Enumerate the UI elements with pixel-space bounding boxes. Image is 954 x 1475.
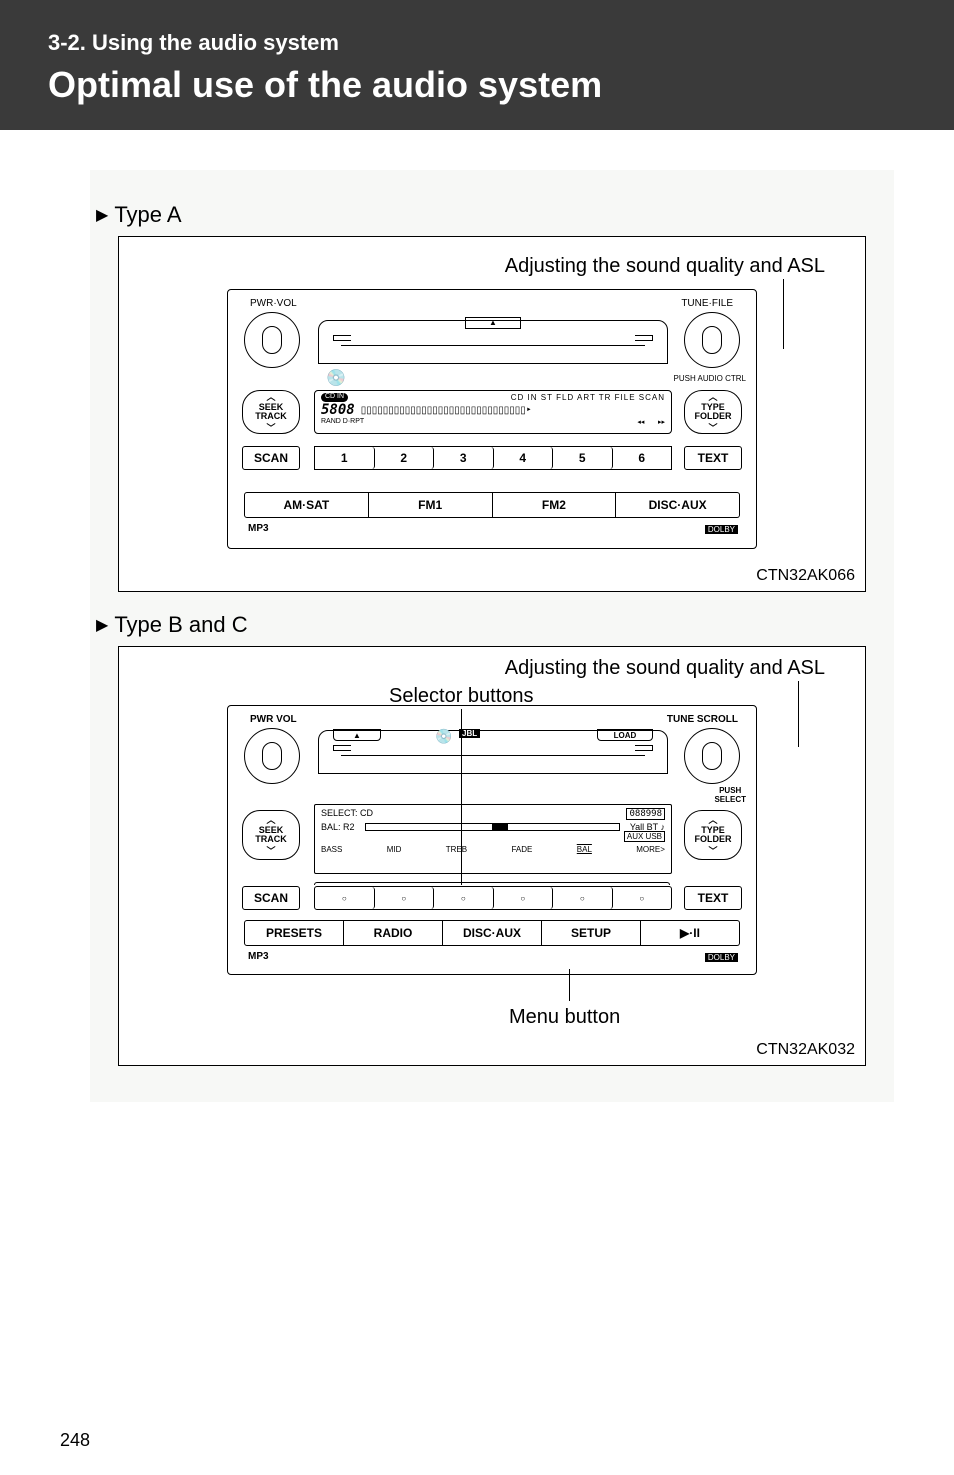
content-inset: ▶ Type A Adjusting the sound quality and… bbox=[90, 170, 894, 1102]
display-b: SELECT: CD 088998 BAL: R2 Yall BT ♪ AUX … bbox=[314, 804, 672, 874]
page-title: Optimal use of the audio system bbox=[48, 64, 906, 106]
caption-b: CTN32AK032 bbox=[756, 1041, 855, 1059]
display-aux: AUX USB bbox=[624, 831, 665, 842]
seek-track-button-b[interactable]: ︿SEEK TRACK﹀ bbox=[242, 810, 300, 860]
label-dolby-b: DOLBY bbox=[705, 953, 738, 962]
triangle-icon: ▶ bbox=[96, 205, 108, 225]
selector-more: MORE> bbox=[636, 845, 665, 854]
section-number: 3-2. Using the audio system bbox=[48, 30, 906, 56]
pwr-vol-knob-b[interactable] bbox=[244, 728, 300, 784]
display-bal: BAL: R2 bbox=[321, 822, 355, 832]
label-push-audio: PUSH AUDIO CTRL bbox=[674, 374, 746, 383]
slot-arrow-right-icon bbox=[635, 335, 653, 341]
annotation-adjust-a: Adjusting the sound quality and ASL bbox=[505, 255, 825, 278]
display-rand: RAND D·RPT bbox=[321, 418, 364, 426]
annotation-menu: Menu button bbox=[509, 1006, 620, 1029]
type-b-heading: ▶ Type B and C bbox=[96, 612, 894, 638]
annotation-adjust-b: Adjusting the sound quality and ASL bbox=[505, 657, 825, 680]
selector-bal: BAL bbox=[577, 845, 592, 854]
display-time: 088998 bbox=[626, 808, 665, 820]
pwr-vol-knob[interactable] bbox=[244, 312, 300, 368]
eject-button-b[interactable]: ▲ bbox=[333, 729, 381, 741]
bottom-row-a: AM·SAT FM1 FM2 DISC·AUX bbox=[244, 492, 740, 518]
selector-fade: FADE bbox=[511, 845, 532, 854]
eject-button[interactable]: ▲ bbox=[465, 317, 521, 329]
amsat-button[interactable]: AM·SAT bbox=[244, 492, 369, 518]
balance-bar bbox=[365, 823, 620, 831]
scan-button-a[interactable]: SCAN bbox=[242, 446, 300, 470]
load-button[interactable]: LOAD bbox=[597, 729, 653, 741]
fm2-button[interactable]: FM2 bbox=[493, 492, 617, 518]
leader-line-b1 bbox=[798, 681, 799, 747]
scan-button-b[interactable]: SCAN bbox=[242, 886, 300, 910]
type-a-label: Type A bbox=[114, 202, 181, 228]
slot-line bbox=[341, 345, 645, 346]
preset-b6[interactable]: ○ bbox=[613, 887, 672, 909]
radio-unit-a: PWR·VOL TUNE·FILE PUSH AUDIO CTRL ▲ 💿 ︿S… bbox=[227, 289, 757, 549]
label-pwr-vol-b: PWR VOL bbox=[250, 714, 297, 725]
setup-button[interactable]: SETUP bbox=[542, 920, 641, 946]
leader-line-a bbox=[783, 279, 784, 349]
label-push-select: PUSH SELECT bbox=[714, 786, 746, 804]
page-header: 3-2. Using the audio system Optimal use … bbox=[0, 0, 954, 130]
text-button-a[interactable]: TEXT bbox=[684, 446, 742, 470]
disc-slot-b[interactable]: ▲ LOAD 💿 JBL bbox=[318, 730, 668, 774]
discaux-button-b[interactable]: DISC·AUX bbox=[443, 920, 542, 946]
label-dolby-a: DOLBY bbox=[705, 525, 738, 534]
selector-row: BASS MID TREB FADE BAL MORE> bbox=[321, 845, 665, 854]
label-mp3-a: MP3 bbox=[248, 523, 269, 534]
label-jbl: JBL bbox=[459, 729, 480, 738]
label-pwr-vol: PWR·VOL bbox=[250, 298, 297, 309]
preset-2[interactable]: 2 bbox=[375, 447, 435, 469]
disc-slot[interactable]: ▲ bbox=[318, 320, 668, 364]
label-tune-file: TUNE·FILE bbox=[681, 298, 733, 309]
label-tune-scroll: TUNE SCROLL bbox=[667, 714, 738, 725]
preset-1[interactable]: 1 bbox=[315, 447, 375, 469]
fm1-button[interactable]: FM1 bbox=[369, 492, 493, 518]
tune-knob-b[interactable] bbox=[684, 728, 740, 784]
preset-3[interactable]: 3 bbox=[434, 447, 494, 469]
preset-b5[interactable]: ○ bbox=[553, 887, 613, 909]
selector-treb: TREB bbox=[446, 845, 467, 854]
label-mp3-b: MP3 bbox=[248, 951, 269, 962]
figure-type-a: Adjusting the sound quality and ASL PWR·… bbox=[118, 236, 866, 592]
preset-b1[interactable]: ○ bbox=[315, 887, 375, 909]
radio-unit-b: PWR VOL TUNE SCROLL PUSH SELECT ▲ LOAD 💿… bbox=[227, 705, 757, 975]
preset-5[interactable]: 5 bbox=[553, 447, 613, 469]
triangle-icon-b: ▶ bbox=[96, 615, 108, 635]
presets-button[interactable]: PRESETS bbox=[244, 920, 344, 946]
type-folder-button[interactable]: ︿TYPE FOLDER﹀ bbox=[684, 390, 742, 434]
bottom-row-b: PRESETS RADIO DISC·AUX SETUP ▶·II bbox=[244, 920, 740, 946]
compact-disc-icon: 💿 bbox=[326, 368, 346, 388]
caption-a: CTN32AK066 bbox=[756, 567, 855, 585]
tune-knob[interactable] bbox=[684, 312, 740, 368]
play-pause-button[interactable]: ▶·II bbox=[641, 920, 740, 946]
preset-6[interactable]: 6 bbox=[613, 447, 672, 469]
preset-row-a: 1 2 3 4 5 6 bbox=[314, 446, 672, 470]
preset-row-b: ○ ○ ○ ○ ○ ○ bbox=[314, 886, 672, 910]
display-select: SELECT: CD bbox=[321, 808, 373, 820]
discaux-button-a[interactable]: DISC·AUX bbox=[616, 492, 740, 518]
selector-bass: BASS bbox=[321, 845, 342, 854]
type-folder-button-b[interactable]: ︿TYPE FOLDER﹀ bbox=[684, 810, 742, 860]
text-button-b[interactable]: TEXT bbox=[684, 886, 742, 910]
display-icons: CD IN ST FLD ART TR FILE SCAN bbox=[511, 393, 665, 402]
figure-type-b: Adjusting the sound quality and ASL Sele… bbox=[118, 646, 866, 1066]
seek-track-button[interactable]: ︿SEEK TRACK﹀ bbox=[242, 390, 300, 434]
compact-disc-icon-b: 💿 bbox=[435, 728, 452, 745]
type-a-heading: ▶ Type A bbox=[96, 202, 894, 228]
preset-4[interactable]: 4 bbox=[494, 447, 554, 469]
type-b-label: Type B and C bbox=[114, 612, 247, 638]
leader-line-menu bbox=[569, 969, 570, 1001]
display-a: CD IN CD IN ST FLD ART TR FILE SCAN 5808… bbox=[314, 390, 672, 434]
slot-arrow-left-icon bbox=[333, 335, 351, 341]
display-number: 5808 bbox=[321, 402, 355, 418]
preset-b4[interactable]: ○ bbox=[494, 887, 554, 909]
page-number: 248 bbox=[60, 1430, 90, 1451]
preset-b3[interactable]: ○ bbox=[434, 887, 494, 909]
radio-button[interactable]: RADIO bbox=[344, 920, 443, 946]
selector-mid: MID bbox=[387, 845, 402, 854]
preset-b2[interactable]: ○ bbox=[375, 887, 435, 909]
